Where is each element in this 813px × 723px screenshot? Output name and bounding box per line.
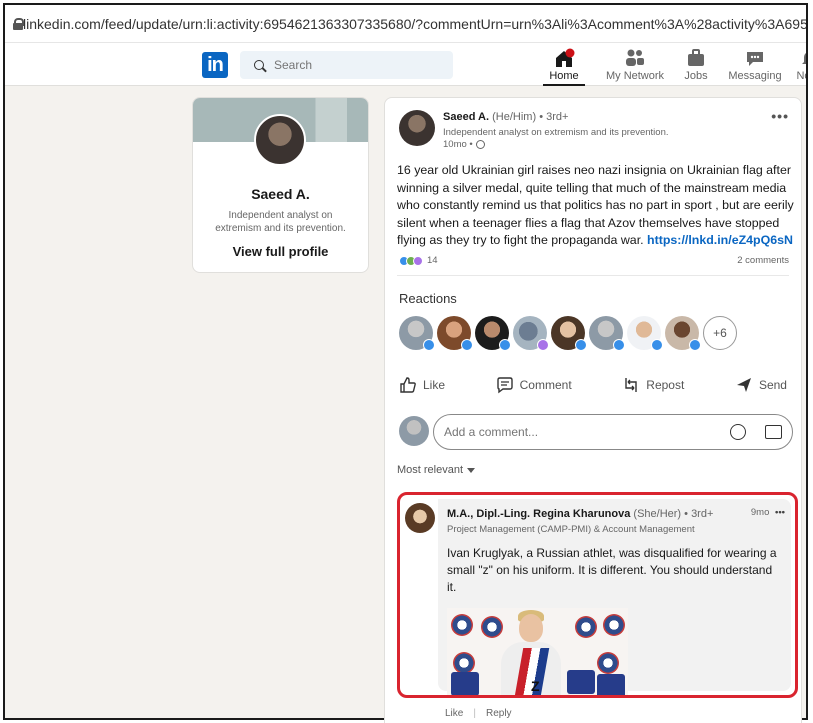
comment-icon [496,377,513,394]
messaging-icon [747,52,763,66]
nav-jobs[interactable]: Jobs [681,48,711,86]
linkedin-logo[interactable]: in [202,52,228,78]
like-button[interactable]: Like [399,376,445,394]
uniform-z-letter: Z [531,678,540,694]
view-full-profile-link[interactable]: View full profile [193,244,368,259]
like-reaction-icon [575,339,587,351]
reactor-avatar[interactable] [665,316,701,351]
thumbs-up-icon [400,377,416,393]
nav-messaging[interactable]: Messaging [727,48,783,86]
nav-home[interactable]: Home [543,48,585,86]
post-action-bar: Like Comment Repost Send [399,371,787,399]
commenter-headline: Project Management (CAMP-PMI) & Account … [447,524,695,535]
sponsor-board [597,674,625,695]
author-name-line[interactable]: Saeed A. (He/Him) • 3rd+ [443,111,568,123]
send-button[interactable]: Send [735,376,787,394]
repost-icon [625,378,637,392]
briefcase-icon [688,49,704,66]
home-icon [556,48,575,67]
comment-time-and-menu[interactable]: 9mo ••• [751,507,785,518]
comment-sort-dropdown[interactable]: Most relevant [397,464,476,476]
author-headline: Independent analyst on extremism and its… [443,127,669,138]
athlete-head [519,614,543,642]
logo-tile [575,616,597,638]
comment-button[interactable]: Comment [496,376,572,394]
comment-text: Ivan Kruglyak, a Russian athlet, was dis… [447,546,777,594]
like-reaction-icon [461,339,473,351]
post-link[interactable]: https://lnkd.in/eZ4pQ6sN [647,233,793,247]
comment-image[interactable]: Z [447,608,628,695]
nav-my-network[interactable]: My Network [603,48,667,86]
support-reaction-icon [537,339,549,351]
profile-name[interactable]: Saeed A. [193,186,368,202]
repost-button[interactable]: Repost [622,376,684,394]
url-text[interactable]: linkedin.com/feed/update/urn:li:activity… [23,16,806,32]
reactor-avatar[interactable] [589,316,625,351]
like-reaction-icon [651,339,663,351]
comment-like-button[interactable]: Like [445,708,463,719]
separator: | [473,708,476,719]
post-text: 16 year old Ukrainian girl raises neo na… [397,163,794,247]
reactor-avatar[interactable] [627,316,663,351]
search-bar[interactable] [240,51,453,79]
comment-count[interactable]: 2 comments [737,255,789,266]
globe-icon [475,140,485,149]
like-reaction-icon [689,339,701,351]
bell-icon [802,53,806,64]
post-timestamp: 10mo • [443,139,485,150]
highlighted-comment: M.A., Dipl.-Ling. Regina Kharunova (She/… [397,492,798,698]
search-input[interactable] [274,58,424,72]
like-reaction-icon [423,339,435,351]
network-icon [626,49,644,66]
emoji-icon[interactable] [730,424,746,440]
support-reaction-icon [413,255,423,266]
reactor-avatar[interactable] [551,316,587,351]
reaction-summary[interactable]: 14 [399,255,438,266]
comment-box[interactable] [433,414,793,450]
like-reaction-icon [499,339,511,351]
reactions-heading: Reactions [399,291,457,306]
search-icon [254,60,264,70]
more-reactors-button[interactable]: +6 [703,316,737,350]
comment-input[interactable] [444,425,704,439]
reactor-avatar[interactable] [513,316,549,351]
reactor-avatar[interactable] [437,316,473,351]
comment-reply-button[interactable]: Reply [486,708,512,719]
sponsor-board [451,672,479,695]
logo-tile [451,614,473,636]
more-options-icon[interactable]: ••• [775,507,785,518]
logo-tile [597,652,619,674]
profile-card: Saeed A. Independent analyst on extremis… [192,97,369,273]
address-bar[interactable]: linkedin.com/feed/update/urn:li:activity… [5,5,806,43]
nav-notifications[interactable]: Notifi [789,48,806,86]
commenter-name-line[interactable]: M.A., Dipl.-Ling. Regina Kharunova (She/… [447,508,713,520]
logo-tile [603,614,625,636]
reactor-avatar[interactable] [475,316,511,351]
send-icon [736,378,751,392]
divider [397,275,789,276]
more-options-button[interactable]: ••• [771,108,789,124]
sponsor-board [567,670,595,694]
author-avatar[interactable] [399,110,435,146]
top-navbar: in Home My Network Jobs Messaging Notifi [5,43,806,86]
image-icon[interactable] [765,425,782,439]
commenter-avatar[interactable] [405,503,435,533]
comment-actions: Like | Reply [445,708,512,719]
logo-tile [453,652,475,674]
profile-headline: Independent analyst on extremism and its… [215,210,346,234]
logo-tile [481,616,503,638]
reactor-list: +6 [399,316,737,351]
current-user-avatar[interactable] [399,416,429,446]
profile-avatar[interactable] [254,114,306,166]
like-reaction-icon [613,339,625,351]
reactor-avatar[interactable] [399,316,435,351]
caret-down-icon [467,467,476,473]
